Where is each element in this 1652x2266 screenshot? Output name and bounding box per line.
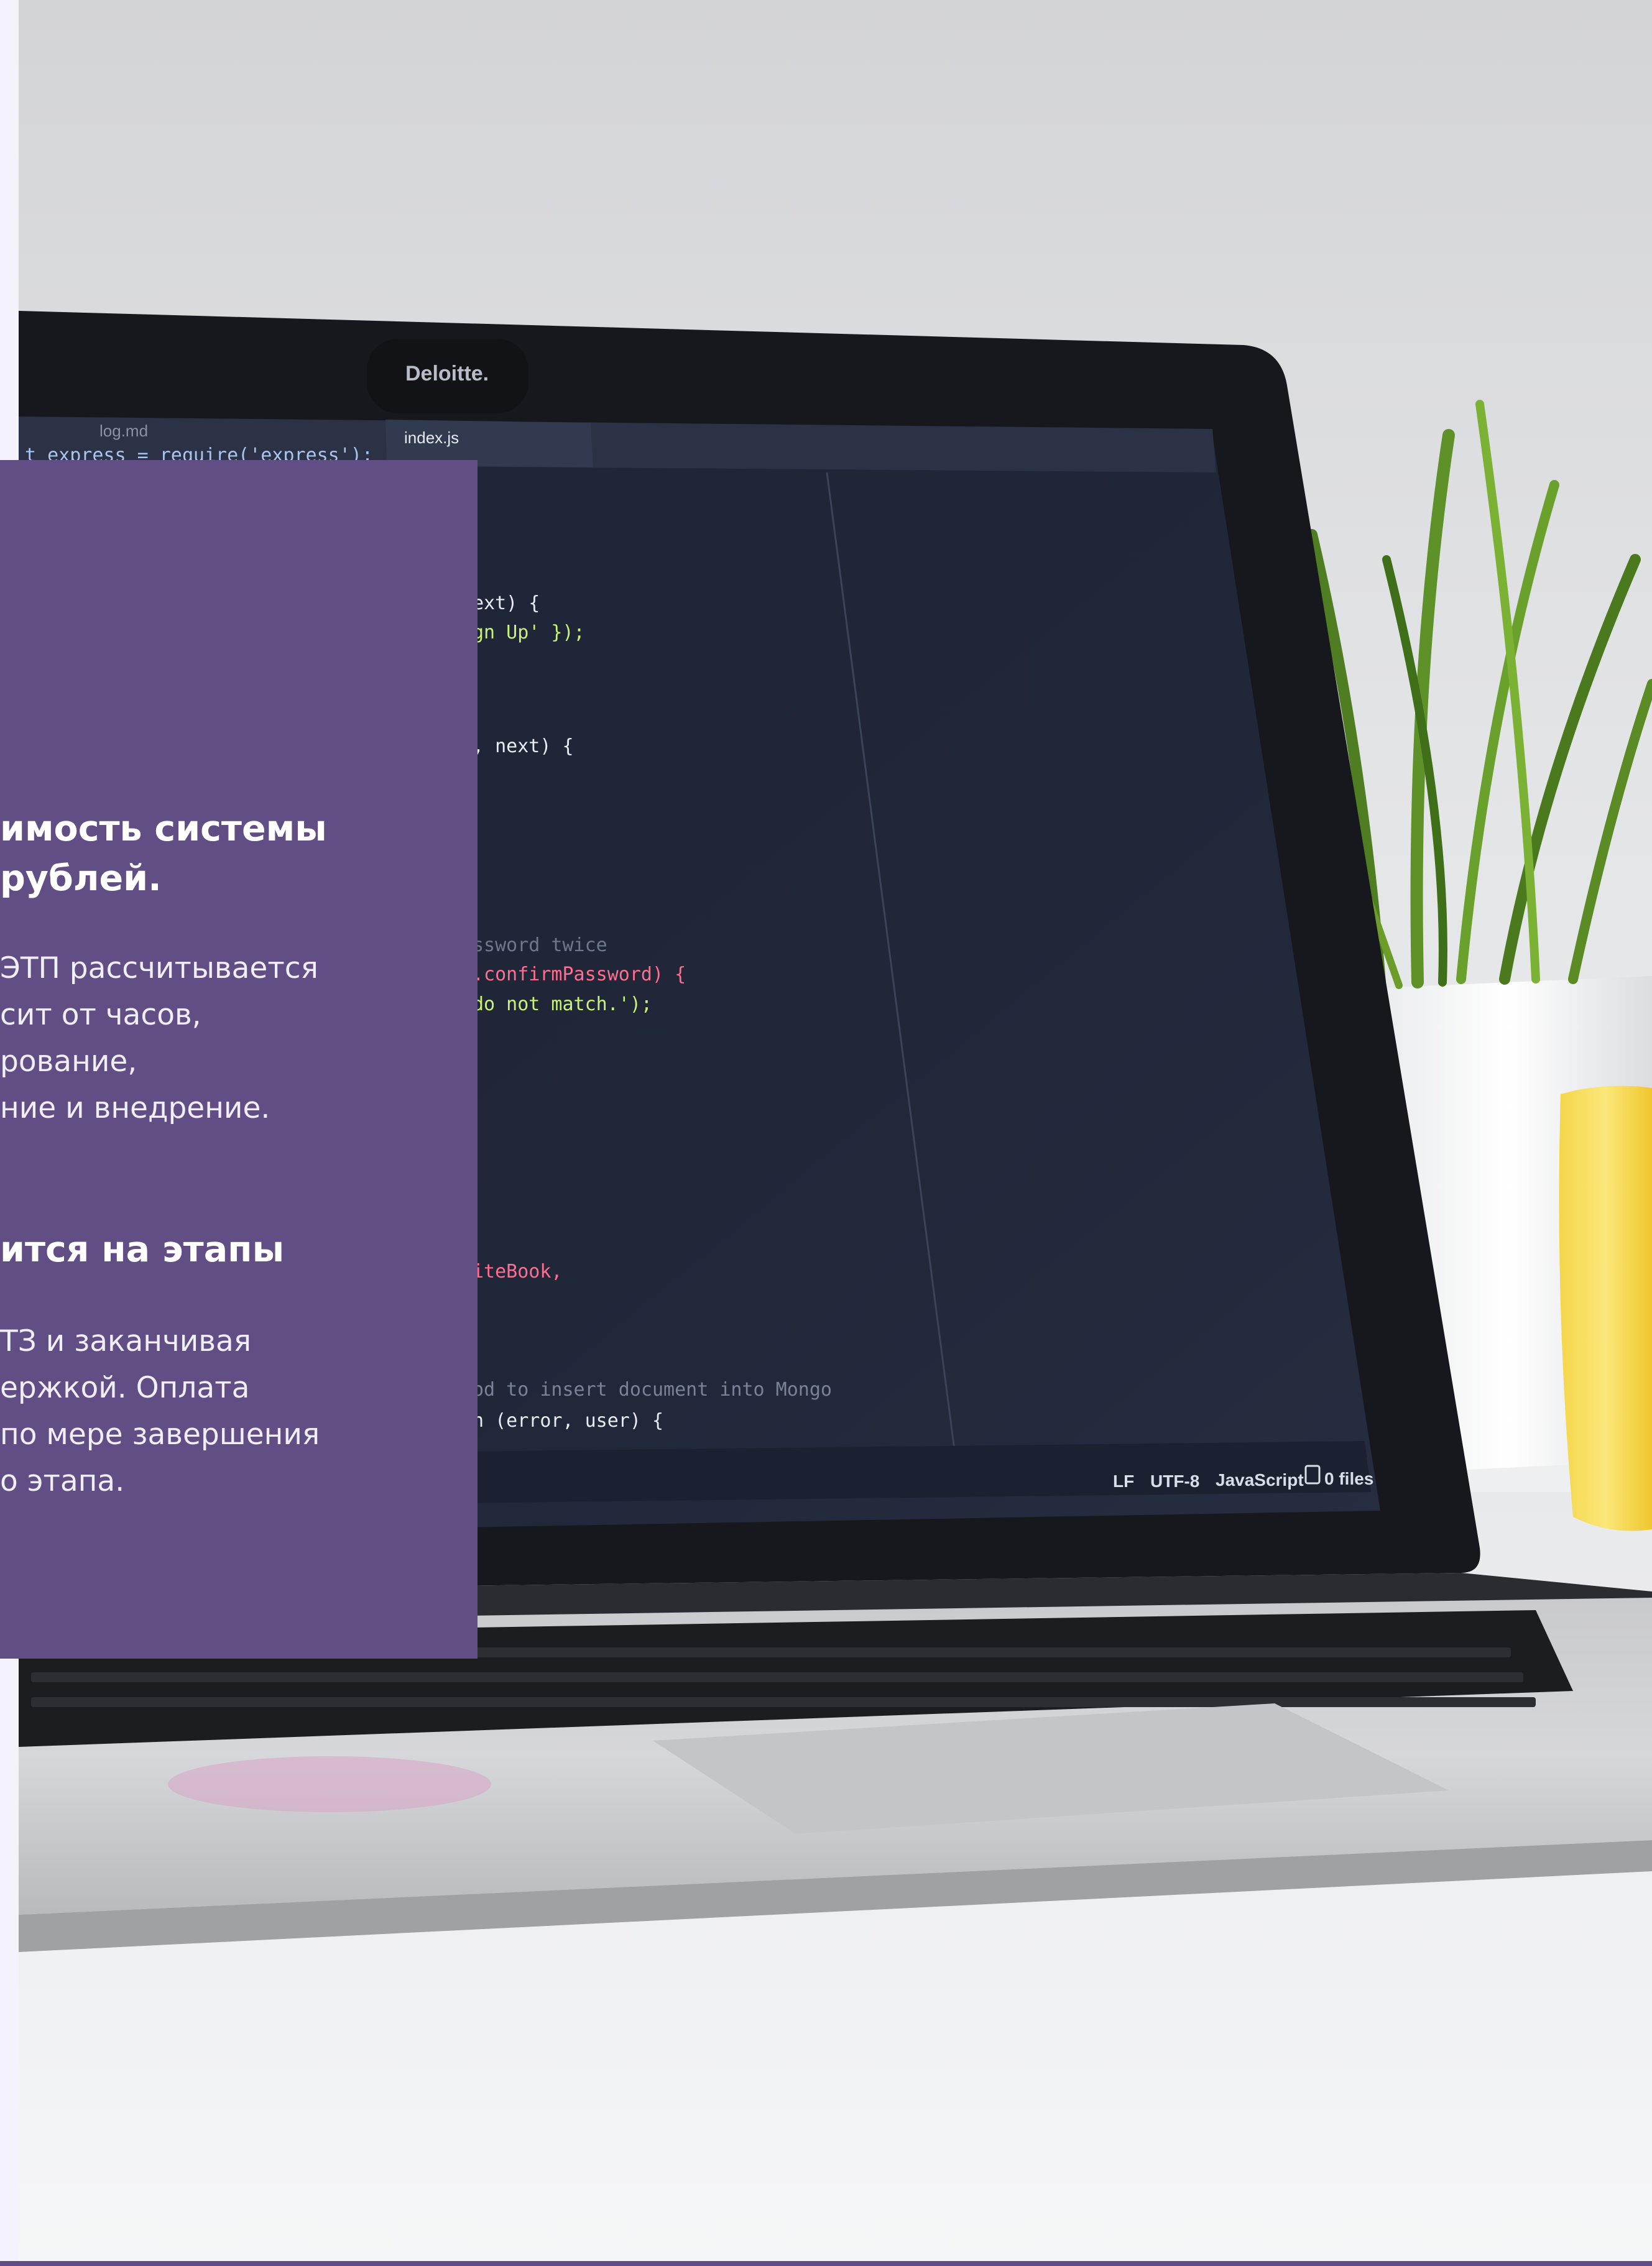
code-line: , next) {	[473, 735, 574, 757]
code-line: gn Up' });	[473, 622, 585, 643]
status-encoding: UTF-8	[1150, 1472, 1199, 1491]
cost-paragraph-line-2: сит от часов,	[0, 998, 201, 1032]
stages-paragraph-line-4: о этапа.	[0, 1464, 125, 1498]
status-line-ending: LF	[1113, 1472, 1134, 1491]
status-files: 0 files	[1324, 1469, 1373, 1488]
cost-heading-line-1: имость системы	[0, 808, 327, 849]
code-line: ssword twice	[473, 934, 607, 956]
cost-paragraph-line-4: ние и внедрение.	[0, 1091, 270, 1125]
cost-heading-line-2: рублей.	[0, 858, 162, 899]
bottom-accent-line	[0, 2261, 1652, 2266]
editor-tab-index: index.js	[404, 428, 459, 447]
code-line: od to insert document into Mongo	[473, 1379, 832, 1401]
cost-paragraph-line-3: рование,	[0, 1044, 137, 1079]
page: log.md index.js t express = require('exp…	[0, 0, 1652, 2266]
code-line: do not match.');	[473, 993, 652, 1015]
code-line: ext) {	[473, 592, 540, 614]
info-panel: имость системы рублей. ЭТП рассчитываетс…	[0, 460, 478, 1659]
stages-paragraph-line-1: ТЗ и заканчивая	[0, 1324, 252, 1358]
code-line: n (error, user) {	[473, 1410, 663, 1432]
code-line: iteBook,	[473, 1261, 563, 1283]
cost-paragraph-line-1: ЭТП рассчитывается	[0, 951, 318, 985]
stages-heading: ится на этапы	[0, 1229, 285, 1270]
laptop-brand-label: Deloitte.	[405, 362, 489, 385]
stages-paragraph-line-2: ержкой. Оплата	[0, 1371, 250, 1405]
code-line: .confirmPassword) {	[473, 964, 686, 985]
stages-paragraph-line-3: по мере завершения	[0, 1417, 320, 1452]
status-language: JavaScript	[1216, 1470, 1304, 1490]
editor-tab-log: log.md	[99, 421, 148, 440]
